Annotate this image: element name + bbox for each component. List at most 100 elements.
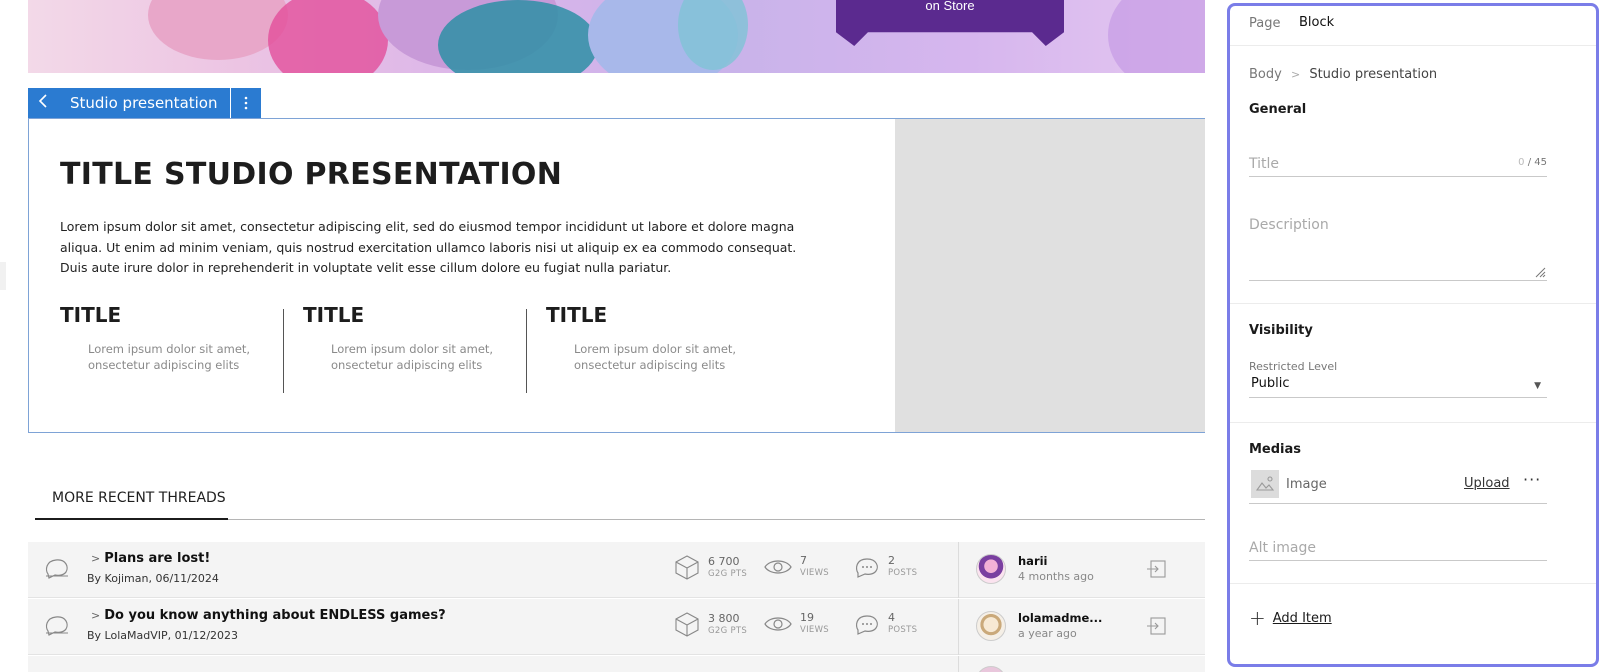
feature-title: TITLE — [546, 303, 608, 327]
posts-value: 4 — [888, 611, 895, 624]
panel-tabs: Page Block — [1230, 6, 1596, 46]
points-label: G2G PTS — [708, 568, 748, 579]
presentation-body: Lorem ipsum dolor sit amet, consectetur … — [60, 219, 797, 275]
presentation-title: TITLE STUDIO PRESENTATION — [60, 157, 563, 192]
feature-title: TITLE — [303, 303, 365, 327]
store-badge-text: on Store — [925, 0, 975, 13]
last-poster[interactable]: lolamadme... — [1018, 611, 1102, 625]
restricted-level-label: Restricted Level — [1249, 360, 1338, 373]
feature-column: TITLE Lorem ipsum dolor sit amet, onsect… — [60, 303, 290, 373]
more-options-icon[interactable]: ··· — [1523, 470, 1541, 489]
eye-icon — [764, 559, 792, 574]
feature-title: TITLE — [60, 303, 122, 327]
eye-icon — [764, 616, 792, 631]
chevron-left-icon[interactable] — [38, 94, 58, 112]
threads-tabs: MORE RECENT THREADS — [35, 490, 1205, 520]
image-media-field: Image Upload ··· — [1249, 470, 1547, 504]
comment-icon — [855, 557, 878, 578]
thread-title[interactable]: > Plans are lost! — [91, 551, 210, 566]
vertical-dots-icon — [244, 96, 247, 110]
resize-handle-icon[interactable] — [1534, 266, 1546, 278]
avatar[interactable] — [976, 611, 1006, 641]
posts-label: POSTS — [888, 625, 918, 635]
tab-page[interactable]: Page — [1249, 16, 1280, 31]
go-to-last-post-icon[interactable] — [1146, 617, 1166, 635]
restricted-level-select[interactable]: Public ▼ — [1249, 376, 1547, 398]
left-edge-handle[interactable] — [0, 262, 6, 290]
alt-image-placeholder: Alt image — [1249, 540, 1317, 556]
thread-row[interactable] — [28, 656, 1205, 672]
last-poster[interactable]: harii — [1018, 554, 1048, 568]
chevron-right-icon: > — [1290, 68, 1301, 81]
thread-row[interactable]: > Plans are lost! By Kojiman, 06/11/2024 … — [28, 542, 1205, 598]
title-placeholder: Title — [1249, 156, 1280, 172]
image-placeholder-icon — [1255, 476, 1275, 491]
block-more-button[interactable] — [230, 88, 261, 118]
points-value: 6 700 — [708, 554, 740, 568]
chevron-right-icon: > — [91, 609, 101, 622]
breadcrumb: Body > Studio presentation — [1249, 67, 1437, 82]
tab-more-recent-threads[interactable]: MORE RECENT THREADS — [35, 490, 228, 520]
posts-value: 2 — [888, 554, 895, 567]
go-to-last-post-icon[interactable] — [1146, 560, 1166, 578]
description-placeholder: Description — [1249, 217, 1329, 233]
thread-row[interactable]: > Do you know anything about ENDLESS game… — [28, 599, 1205, 655]
title-char-count: 0 — [1518, 157, 1525, 168]
image-placeholder — [895, 119, 1205, 432]
block-name: Studio presentation — [70, 94, 218, 112]
section-divider — [1230, 303, 1596, 304]
feature-text: Lorem ipsum dolor sit amet, onsectetur a… — [574, 342, 737, 372]
cube-points-icon — [675, 612, 699, 637]
avatar[interactable] — [976, 554, 1006, 584]
views-value: 19 — [800, 611, 814, 624]
title-field[interactable]: Title 0 / 45 — [1249, 153, 1547, 177]
restricted-level-value: Public — [1251, 376, 1290, 391]
comment-icon — [855, 614, 878, 635]
feature-column: TITLE Lorem ipsum dolor sit amet, onsect… — [303, 303, 533, 373]
studio-presentation-block[interactable]: TITLE STUDIO PRESENTATION Lorem ipsum do… — [28, 118, 1205, 433]
last-post-time: 4 months ago — [1018, 570, 1094, 583]
tab-block[interactable]: Block — [1299, 15, 1334, 30]
section-divider — [1230, 422, 1596, 423]
row-separator — [958, 599, 959, 655]
block-toolbar: Studio presentation — [28, 88, 261, 118]
hero-banner: on Store — [28, 0, 1205, 73]
thread-title-text: Plans are lost! — [104, 551, 211, 566]
section-general: General — [1249, 102, 1307, 117]
section-divider — [1230, 583, 1596, 584]
section-medias: Medias — [1249, 442, 1302, 457]
block-select-button[interactable]: Studio presentation — [28, 88, 230, 118]
views-value: 7 — [800, 554, 807, 567]
cube-points-icon — [675, 555, 699, 580]
add-item-label: Add Item — [1272, 610, 1332, 626]
feature-column: TITLE Lorem ipsum dolor sit amet, onsect… — [546, 303, 776, 373]
views-label: VIEWS — [800, 625, 829, 635]
avatar[interactable] — [976, 666, 1006, 672]
thread-author: By Kojiman, 06/11/2024 — [87, 572, 219, 585]
views-label: VIEWS — [800, 568, 829, 578]
breadcrumb-current: Studio presentation — [1309, 67, 1438, 82]
row-separator — [958, 656, 959, 672]
image-label: Image — [1286, 477, 1327, 492]
upload-button[interactable]: Upload — [1464, 476, 1510, 491]
thread-bubble-icon — [45, 559, 68, 579]
feature-text: Lorem ipsum dolor sit amet, onsectetur a… — [331, 342, 494, 372]
points-stat: 6 700 G2G PTS — [674, 554, 747, 580]
title-char-max: / 45 — [1527, 157, 1547, 168]
points-value: 3 800 — [708, 611, 740, 625]
section-visibility: Visibility — [1249, 323, 1313, 338]
add-item-button[interactable]: + Add Item — [1249, 606, 1332, 630]
views-stat: 19 VIEWS — [764, 611, 829, 636]
thread-title[interactable]: > Do you know anything about ENDLESS game… — [91, 608, 446, 623]
posts-stat: 4 POSTS — [854, 611, 917, 636]
column-divider — [526, 309, 527, 393]
alt-image-field[interactable]: Alt image — [1249, 537, 1547, 561]
description-field[interactable]: Description — [1249, 214, 1547, 281]
properties-panel: Page Block Body > Studio presentation Ge… — [1227, 3, 1599, 667]
thread-title-text: Do you know anything about ENDLESS games… — [104, 608, 446, 623]
chevron-right-icon: > — [91, 552, 101, 565]
last-post-time: a year ago — [1018, 627, 1077, 640]
posts-label: POSTS — [888, 568, 918, 578]
breadcrumb-body[interactable]: Body — [1249, 67, 1282, 82]
plus-icon: + — [1249, 606, 1266, 630]
